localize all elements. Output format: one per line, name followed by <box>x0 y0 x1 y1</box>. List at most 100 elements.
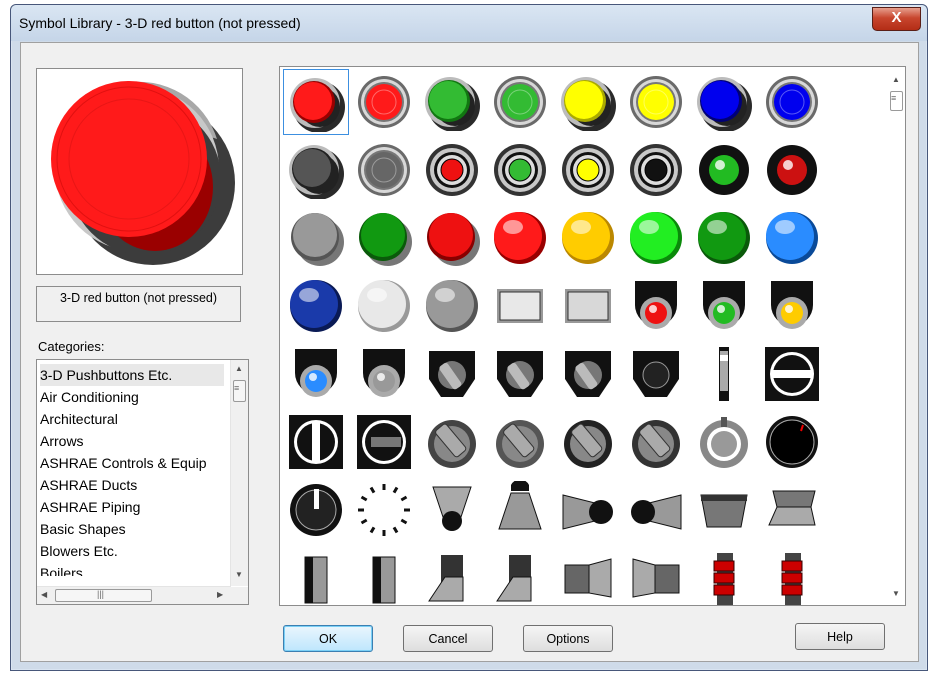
symbol-cell[interactable] <box>487 477 553 543</box>
symbol-grid[interactable]: ▲ ≡ ▼ <box>279 66 906 606</box>
symbol-cell[interactable] <box>487 341 553 407</box>
symbol-cell[interactable] <box>691 341 757 407</box>
symbol-cell[interactable] <box>351 341 417 407</box>
symbol-cell[interactable] <box>487 137 553 203</box>
categories-label: Categories: <box>38 339 105 354</box>
dialog-body: 3-D red button (not pressed) Categories:… <box>20 42 919 662</box>
symbol-cell[interactable] <box>283 137 349 203</box>
symbol-cell[interactable] <box>623 409 689 475</box>
red-3d-button-icon <box>290 78 345 132</box>
symbol-cell[interactable] <box>351 137 417 203</box>
scroll-right-arrow-icon[interactable]: ▶ <box>217 590 223 599</box>
symbol-cell[interactable] <box>691 477 757 543</box>
symbol-cell[interactable] <box>487 409 553 475</box>
symbol-cell[interactable] <box>691 137 757 203</box>
symbol-cell[interactable] <box>419 137 485 203</box>
symbol-cell[interactable] <box>555 545 621 605</box>
close-button[interactable]: X <box>872 7 921 31</box>
scroll-left-arrow-icon[interactable]: ◀ <box>41 590 47 599</box>
symbol-cell[interactable] <box>351 205 417 271</box>
symbol-cell[interactable] <box>487 545 553 605</box>
symbol-cell[interactable] <box>555 273 621 339</box>
ok-button[interactable]: OK <box>283 625 373 652</box>
symbol-cell[interactable] <box>623 205 689 271</box>
symbol-cell[interactable] <box>555 477 621 543</box>
categories-list[interactable]: 3-D Pushbuttons Etc. Air Conditioning Ar… <box>36 359 249 605</box>
category-item[interactable]: ASHRAE Controls & Equip <box>40 452 224 474</box>
symbol-cell[interactable] <box>623 545 689 605</box>
symbol-cell[interactable] <box>691 205 757 271</box>
category-item[interactable]: Boilers <box>40 562 224 576</box>
symbol-cell[interactable] <box>555 341 621 407</box>
symbol-cell[interactable] <box>283 341 349 407</box>
category-item[interactable]: Architectural <box>40 408 224 430</box>
symbol-cell[interactable] <box>487 273 553 339</box>
symbol-cell[interactable] <box>691 545 757 605</box>
symbol-cell[interactable] <box>623 69 689 135</box>
category-item[interactable]: Arrows <box>40 430 224 452</box>
symbol-cell[interactable] <box>351 409 417 475</box>
symbol-cell[interactable] <box>759 341 825 407</box>
category-item[interactable]: Basic Shapes <box>40 518 224 540</box>
symbol-cell[interactable] <box>419 273 485 339</box>
scroll-up-arrow-icon[interactable]: ▲ <box>892 75 900 84</box>
symbol-cell[interactable] <box>419 409 485 475</box>
symbol-cell[interactable] <box>623 273 689 339</box>
symbol-cell[interactable] <box>487 69 553 135</box>
symbol-cell[interactable] <box>419 69 485 135</box>
symbol-cell[interactable] <box>351 545 417 605</box>
symbol-cell[interactable] <box>759 69 825 135</box>
symbol-cell[interactable] <box>555 205 621 271</box>
options-button[interactable]: Options <box>523 625 613 652</box>
symbol-cell[interactable] <box>623 477 689 543</box>
symbol-cell[interactable] <box>555 409 621 475</box>
red-ring-button-icon <box>426 144 478 196</box>
symbol-cell[interactable] <box>351 69 417 135</box>
symbol-cell[interactable] <box>283 69 349 135</box>
dark-blue-glossy-ball-icon <box>290 280 342 332</box>
symbol-cell[interactable] <box>759 545 825 605</box>
symbol-cell[interactable] <box>691 69 757 135</box>
category-item[interactable]: Air Conditioning <box>40 386 224 408</box>
category-item[interactable]: ASHRAE Ducts <box>40 474 224 496</box>
symbol-cell[interactable] <box>283 205 349 271</box>
symbol-cell[interactable] <box>759 273 825 339</box>
help-button[interactable]: Help <box>795 623 885 650</box>
symbol-cell[interactable] <box>691 273 757 339</box>
categories-horizontal-scrollbar[interactable]: ◀ ||| ▶ <box>37 586 231 604</box>
cancel-button[interactable]: Cancel <box>403 625 493 652</box>
category-item[interactable]: ASHRAE Piping <box>40 496 224 518</box>
symbol-cell[interactable] <box>759 477 825 543</box>
symbol-cell[interactable] <box>759 137 825 203</box>
symbol-cell[interactable] <box>691 409 757 475</box>
symbol-cell[interactable] <box>283 409 349 475</box>
rectangular-button-icon <box>497 289 543 323</box>
symbol-cell[interactable] <box>759 205 825 271</box>
category-item[interactable]: 3-D Pushbuttons Etc. <box>40 364 224 386</box>
symbol-cell[interactable] <box>623 341 689 407</box>
symbol-cell[interactable] <box>283 273 349 339</box>
horizontal-selector-icon <box>357 415 411 469</box>
symbol-cell[interactable] <box>487 205 553 271</box>
symbol-cell[interactable] <box>351 477 417 543</box>
scroll-down-arrow-icon[interactable]: ▼ <box>892 589 900 598</box>
category-item[interactable]: Blowers Etc. <box>40 540 224 562</box>
symbol-cell[interactable] <box>419 545 485 605</box>
green-ring-button-icon <box>494 144 546 196</box>
symbol-cell[interactable] <box>623 137 689 203</box>
symbol-preview <box>36 68 243 275</box>
symbol-cell[interactable] <box>419 205 485 271</box>
symbol-cell[interactable] <box>283 545 349 605</box>
symbol-cell[interactable] <box>759 409 825 475</box>
scroll-down-arrow-icon[interactable]: ▼ <box>235 570 243 579</box>
symbol-cell[interactable] <box>351 273 417 339</box>
symbol-cell[interactable] <box>419 341 485 407</box>
symbol-cell[interactable] <box>283 477 349 543</box>
scroll-up-arrow-icon[interactable]: ▲ <box>235 364 243 373</box>
red-button-preview-icon <box>51 81 235 265</box>
symbol-cell[interactable] <box>555 137 621 203</box>
symbols-vertical-scrollbar[interactable]: ▲ ≡ ▼ <box>888 67 905 603</box>
categories-vertical-scrollbar[interactable]: ▲ ≡ ▼ <box>230 360 248 586</box>
symbol-cell[interactable] <box>555 69 621 135</box>
symbol-cell[interactable] <box>419 477 485 543</box>
